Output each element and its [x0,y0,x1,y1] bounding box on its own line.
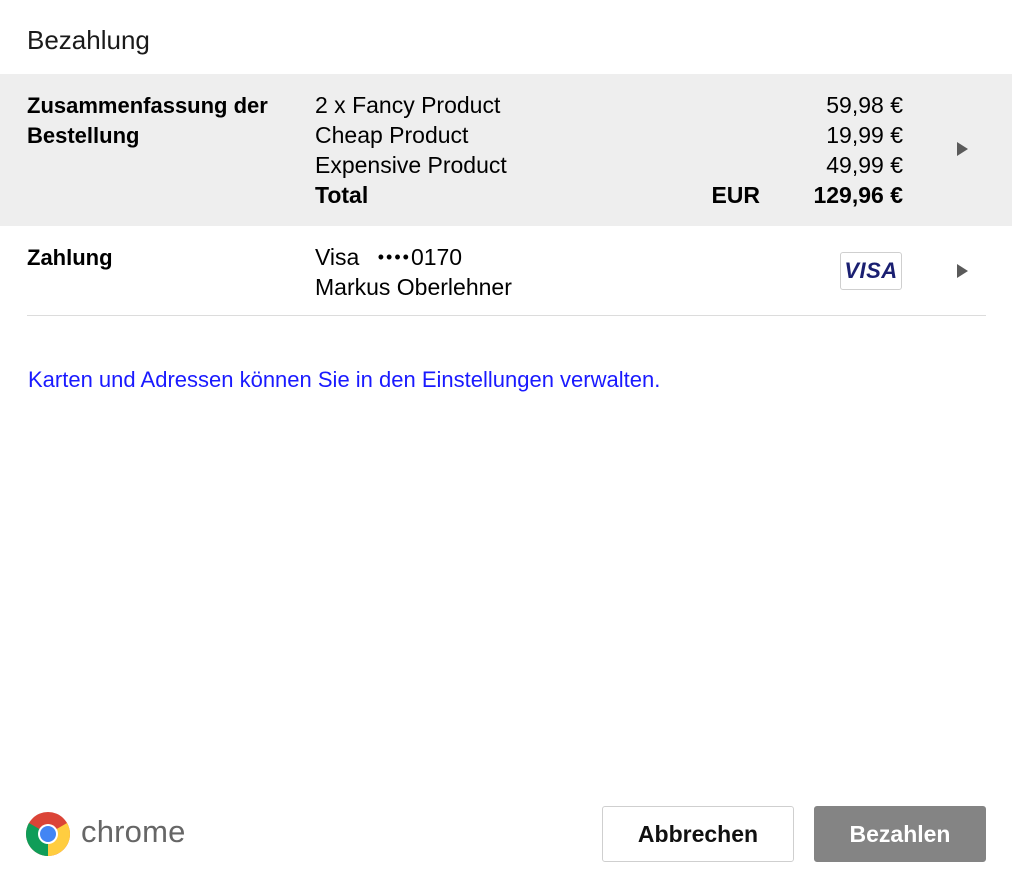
card-mask: •••• [377,247,411,267]
order-total-amount: 129,96 € [813,182,903,208]
order-item-price: 59,98 € [826,92,903,118]
order-total-row: Total EUR 129,96 € [315,180,905,210]
order-item-price: 49,99 € [826,152,903,178]
order-item-price: 19,99 € [826,122,903,148]
card-line: Visa ••••0170 [315,242,512,272]
payment-label: Zahlung [27,245,113,270]
order-item-name: Expensive Product [315,152,507,178]
order-total-label: Total [315,182,369,208]
chevron-right-icon[interactable] [957,142,968,156]
order-total-currency: EUR [711,182,760,208]
order-summary-label: Zusammenfassung der Bestellung [27,93,268,148]
chevron-right-icon[interactable] [957,264,968,278]
cardholder-name: Markus Oberlehner [315,274,512,300]
order-summary-items: 2 x Fancy Product 59,98 € Cheap Product … [315,90,905,210]
payment-section[interactable]: Zahlung Visa ••••0170 Markus Oberlehner … [0,226,1012,316]
order-item-row: 2 x Fancy Product 59,98 € [315,90,905,120]
cancel-button[interactable]: Abbrechen [602,806,794,862]
chrome-logo-icon [26,812,70,856]
payment-details: Visa ••••0170 Markus Oberlehner [315,242,512,302]
section-divider [27,315,986,316]
dialog-title: Bezahlung [27,25,150,55]
order-item-name: Cheap Product [315,122,469,148]
order-item-row: Cheap Product 19,99 € [315,120,905,150]
order-summary-section[interactable]: Zusammenfassung der Bestellung 2 x Fancy… [0,74,1012,226]
settings-link[interactable]: Karten und Adressen können Sie in den Ei… [28,366,660,394]
visa-card-icon: VISA [840,252,902,290]
order-item-name: 2 x Fancy Product [315,92,501,118]
pay-button[interactable]: Bezahlen [814,806,986,862]
order-item-row: Expensive Product 49,99 € [315,150,905,180]
chrome-wordmark: chrome [81,814,186,849]
card-type: Visa [315,244,360,270]
card-last-digits: 0170 [410,244,463,270]
